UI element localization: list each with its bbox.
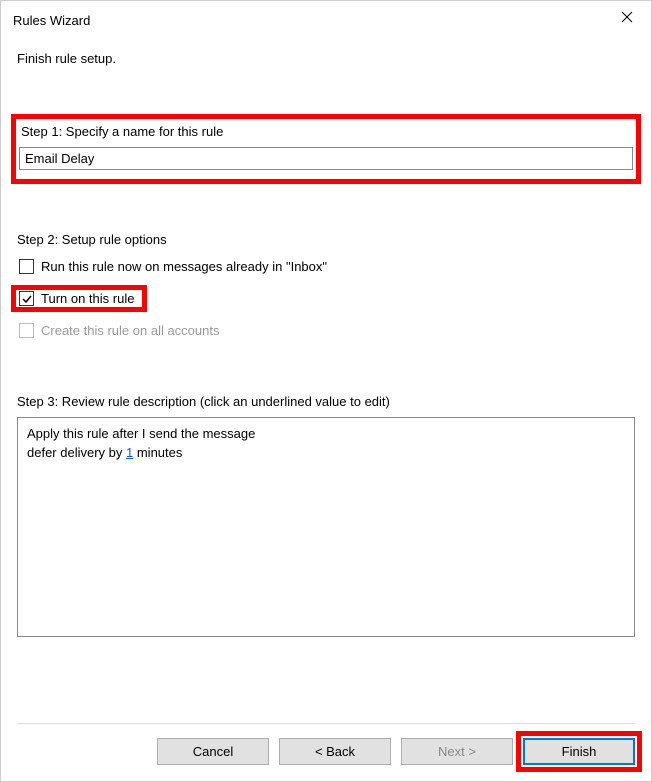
next-button: Next > [401, 738, 513, 765]
titlebar: Rules Wizard [1, 1, 651, 37]
all-accounts-checkbox [19, 323, 34, 338]
rule-name-input[interactable] [19, 147, 633, 170]
rules-wizard-dialog: Rules Wizard Finish rule setup. Step 1: … [0, 0, 652, 782]
rule-description-box: Apply this rule after I send the message… [17, 417, 635, 637]
dialog-content: Finish rule setup. Step 1: Specify a nam… [1, 37, 651, 709]
desc-line1: Apply this rule after I send the message [27, 425, 625, 444]
step3-label: Step 3: Review rule description (click a… [17, 394, 635, 409]
finish-button[interactable]: Finish [523, 738, 635, 765]
run-now-checkbox[interactable] [19, 259, 34, 274]
turn-on-label: Turn on this rule [41, 291, 134, 306]
all-accounts-row: Create this rule on all accounts [17, 323, 635, 338]
step1-label: Step 1: Specify a name for this rule [19, 124, 633, 139]
turn-on-row[interactable]: Turn on this rule [17, 291, 134, 306]
step2-section: Step 2: Setup rule options Run this rule… [17, 232, 635, 352]
subtitle: Finish rule setup. [17, 51, 635, 66]
button-bar: Cancel < Back Next > Finish [1, 724, 651, 781]
close-button[interactable] [609, 3, 645, 31]
all-accounts-label: Create this rule on all accounts [41, 323, 219, 338]
cancel-button[interactable]: Cancel [157, 738, 269, 765]
check-icon [21, 293, 33, 305]
run-now-row[interactable]: Run this rule now on messages already in… [17, 259, 635, 274]
step1-section: Step 1: Specify a name for this rule [11, 114, 641, 184]
back-button[interactable]: < Back [279, 738, 391, 765]
turn-on-checkbox[interactable] [19, 291, 34, 306]
run-now-label: Run this rule now on messages already in… [41, 259, 327, 274]
step2-label: Step 2: Setup rule options [17, 232, 635, 247]
window-title: Rules Wizard [13, 13, 90, 28]
close-icon [621, 11, 633, 23]
step3-section: Step 3: Review rule description (click a… [17, 394, 635, 637]
desc-line2: defer delivery by 1 minutes [27, 444, 625, 463]
